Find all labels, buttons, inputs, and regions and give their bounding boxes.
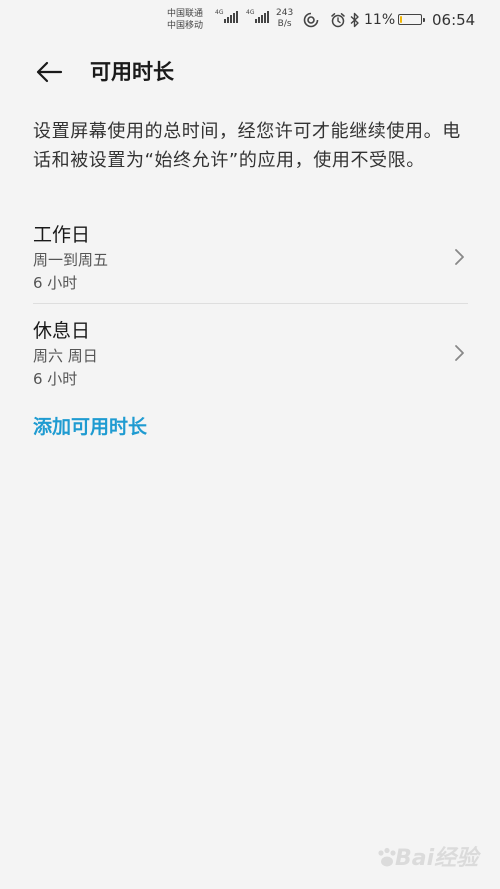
network-type-label: 4G: [215, 9, 224, 16]
network-speed-value: 243: [276, 8, 294, 18]
network-speed: 243 B/s: [276, 8, 293, 30]
watermark-logo: Bai经验: [375, 838, 487, 878]
hotspot-icon: [303, 12, 319, 28]
carrier-info: 中国联通 中国移动: [167, 8, 203, 32]
schedule-row-restday[interactable]: 休息日 周六 周日 6 小时: [33, 318, 468, 396]
schedule-title: 休息日: [33, 320, 91, 342]
row-divider: [33, 303, 468, 304]
battery-percentage: 11%: [364, 12, 396, 28]
watermark-text: Bai经验: [395, 846, 479, 871]
network-type-label: 4G: [246, 9, 255, 16]
signal-strength-icon: 4G: [215, 9, 239, 23]
app-bar: 可用时长: [0, 50, 500, 96]
alarm-clock-icon: [331, 13, 345, 28]
schedule-title: 工作日: [33, 224, 91, 246]
description-text: 设置屏幕使用的总时间，经您许可才能继续使用。电话和被设置为“始终允许”的应用，使…: [33, 121, 461, 171]
schedule-hours: 6 小时: [33, 370, 78, 388]
chevron-right-icon: [455, 345, 464, 361]
status-time: 06:54: [432, 11, 476, 29]
add-available-time-button[interactable]: 添加可用时长: [33, 414, 147, 440]
battery-icon: [398, 14, 425, 25]
back-arrow-icon[interactable]: [34, 57, 64, 87]
schedule-days: 周一到周五: [33, 251, 109, 269]
schedule-hours: 6 小时: [33, 274, 78, 292]
bluetooth-icon: [350, 12, 359, 28]
signal-strength-icon: 4G: [246, 9, 270, 23]
network-speed-unit: B/s: [277, 19, 292, 29]
carrier-name-2: 中国移动: [167, 21, 204, 31]
status-bar: 中国联通 中国移动 4G 4G 243 B/s 11% 06:54: [0, 0, 500, 40]
page-title: 可用时长: [90, 60, 174, 84]
carrier-name-1: 中国联通: [167, 9, 204, 19]
battery-level-fill: [400, 16, 402, 23]
schedule-row-workday[interactable]: 工作日 周一到周五 6 小时: [33, 222, 468, 300]
schedule-days: 周六 周日: [33, 347, 98, 365]
chevron-right-icon: [455, 249, 464, 265]
